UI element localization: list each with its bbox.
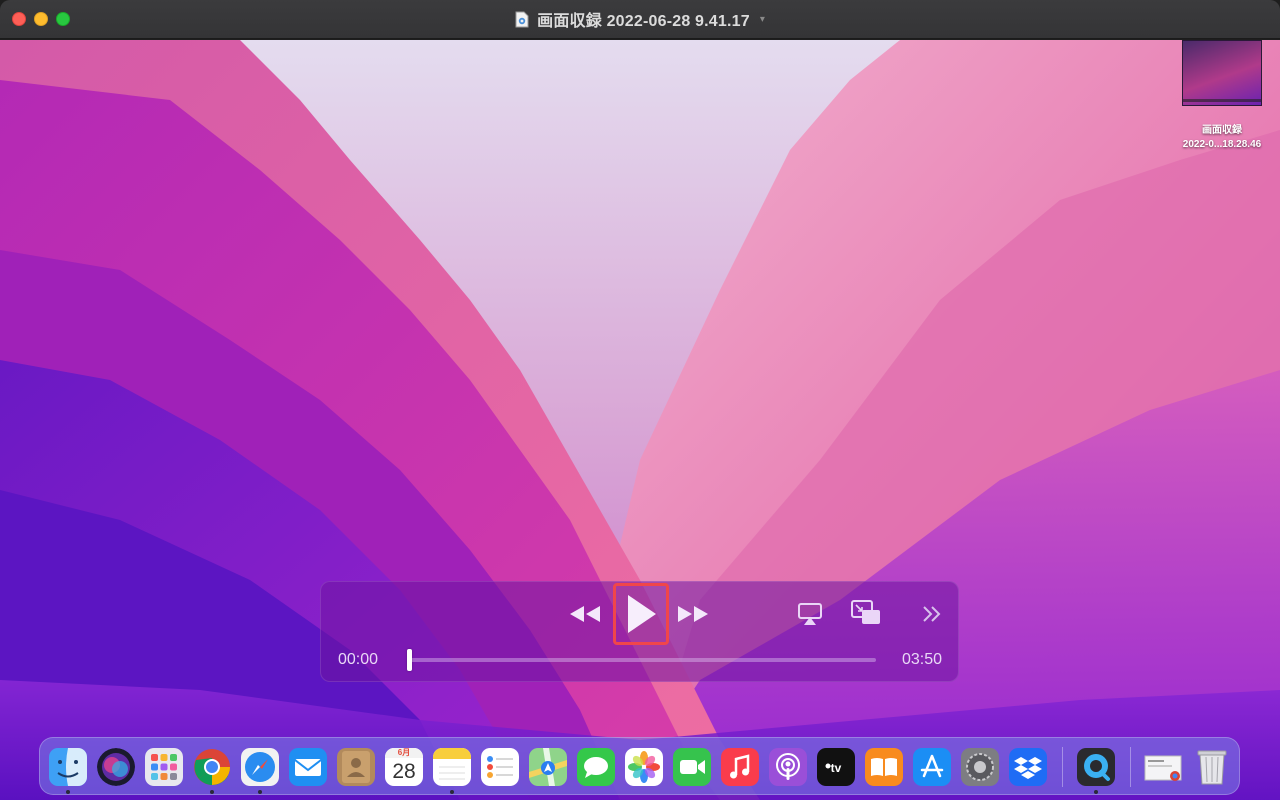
pip-icon [851,600,880,624]
running-indicator [450,790,454,794]
facetime-icon [673,748,711,786]
siri-icon [97,748,135,786]
finder-icon [49,748,87,786]
window-title-group[interactable]: 画面収録 2022-06-28 9.41.17 ▾ [515,7,765,31]
dock-tv[interactable]: tv [817,748,855,786]
fast-forward-button[interactable] [675,600,711,628]
duration-time: 03:50 [901,651,942,668]
airplay-button[interactable] [795,600,825,628]
dock-photos[interactable] [625,748,663,786]
reminders-icon [481,748,519,786]
rewind-button[interactable] [567,600,603,628]
dock: 6月 28 tv [39,737,1240,795]
notes-icon [433,748,471,786]
dock-chrome[interactable] [193,748,231,786]
minimize-window-button[interactable] [34,12,48,26]
quicktime-document-icon [515,11,529,28]
fast-forward-icon [678,606,708,622]
dock-launchpad[interactable] [145,748,183,786]
video-frame: 画面収録 2022-0...18.28.46 [0,40,1280,800]
dock-siri[interactable] [97,748,135,786]
playback-controls: 00:00 03:50 [320,581,959,682]
dock-facetime[interactable] [673,748,711,786]
window-title: 画面収録 2022-06-28 9.41.17 [537,13,750,30]
dock-quicktime[interactable] [1077,748,1115,786]
apple-tv-icon: tv [817,748,855,786]
desktop-file[interactable]: 画面収録 2022-0...18.28.46 [1168,40,1276,152]
quicktime-icon [1077,748,1115,786]
wallpaper-image [0,40,1280,800]
dock-app-store[interactable] [913,748,951,786]
dock-separator [1062,747,1063,787]
dock-messages[interactable] [577,748,615,786]
books-icon [865,748,903,786]
gear-icon [961,748,999,786]
chrome-icon [194,749,230,785]
play-button[interactable] [613,583,669,645]
dock-separator [1130,747,1131,787]
more-options-button[interactable] [919,600,945,628]
scrubber-track[interactable] [407,649,876,671]
dock-dropbox[interactable] [1009,748,1047,786]
fullscreen-window-button[interactable] [56,12,70,26]
safari-icon [241,748,279,786]
app-store-icon [913,748,951,786]
downloads-stack-icon [1144,755,1182,781]
play-icon [628,595,656,633]
messages-icon [577,748,615,786]
launchpad-icon [145,748,183,786]
file-thumbnail [1182,40,1262,106]
dock-calendar[interactable]: 6月 28 [385,748,423,786]
dock-safari[interactable] [241,748,279,786]
dock-books[interactable] [865,748,903,786]
file-label-date: 2022-0...18.28.46 [1182,139,1262,150]
dock-music[interactable] [721,748,759,786]
podcasts-icon [769,748,807,786]
music-icon [721,748,759,786]
mail-icon [289,748,327,786]
picture-in-picture-button[interactable] [849,598,883,628]
dock-notes[interactable] [433,748,471,786]
dock-trash[interactable] [1193,748,1231,786]
dock-finder[interactable] [49,748,87,786]
dock-downloads-stack[interactable] [1144,748,1182,786]
rewind-icon [570,606,600,622]
svg-text:tv: tv [831,761,842,775]
close-window-button[interactable] [12,12,26,26]
running-indicator [1094,790,1098,794]
running-indicator [66,790,70,794]
current-time: 00:00 [338,651,379,668]
trash-icon [1197,750,1227,785]
dock-system-preferences[interactable] [961,748,999,786]
dock-maps[interactable] [529,748,567,786]
maps-icon [529,748,567,786]
double-chevron-right-icon [923,606,941,622]
calendar-day: 28 [392,760,416,783]
airplay-icon [798,603,822,625]
chevron-down-icon[interactable]: ▾ [760,14,765,25]
dock-contacts[interactable] [337,748,375,786]
running-indicator [210,790,214,794]
contacts-icon [337,748,375,786]
scrubber-handle[interactable] [407,649,412,671]
dock-reminders[interactable] [481,748,519,786]
dropbox-icon [1009,748,1047,786]
dock-mail[interactable] [289,748,327,786]
dock-podcasts[interactable] [769,748,807,786]
file-label-name: 画面収録 [1202,125,1242,136]
photos-icon [625,748,663,786]
window-controls [12,12,70,26]
running-indicator [258,790,262,794]
calendar-month: 6月 [385,748,423,758]
window-titlebar: 画面収録 2022-06-28 9.41.17 ▾ [0,0,1280,39]
